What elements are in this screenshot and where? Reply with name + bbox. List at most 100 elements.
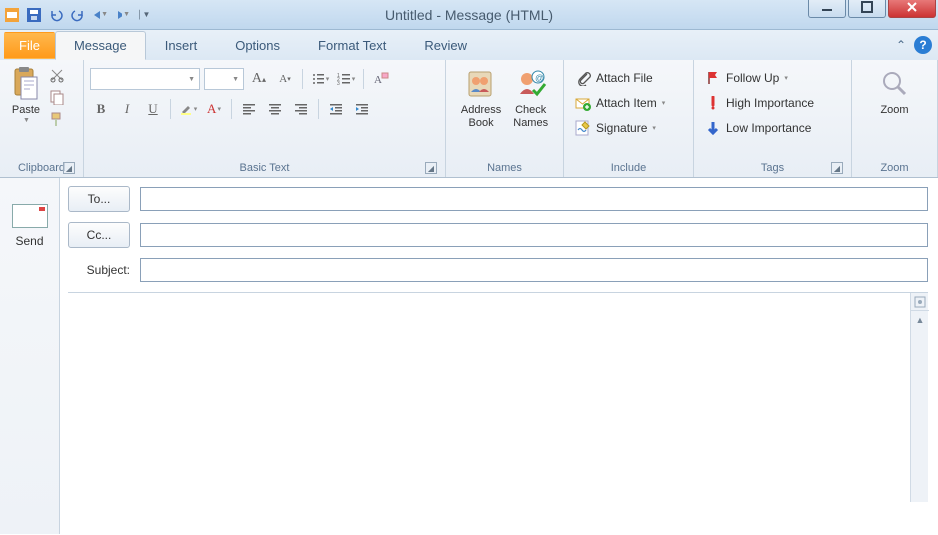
cc-button[interactable]: Cc... — [68, 222, 130, 248]
tab-insert[interactable]: Insert — [146, 31, 217, 60]
clear-formatting-button[interactable]: A — [370, 68, 392, 90]
collapse-ribbon-icon[interactable]: ⌃ — [894, 38, 908, 52]
tags-launcher[interactable]: ◢ — [831, 162, 843, 174]
high-importance-icon — [704, 94, 722, 112]
window-title: Untitled - Message (HTML) — [385, 7, 553, 23]
italic-button[interactable]: I — [116, 98, 138, 120]
help-icon[interactable]: ? — [914, 36, 932, 54]
paste-button[interactable]: Paste ▼ — [6, 64, 46, 126]
selection-pane-icon[interactable] — [911, 293, 929, 311]
zoom-button[interactable]: Zoom — [875, 64, 915, 119]
high-importance-button[interactable]: High Importance — [700, 91, 818, 115]
tab-message[interactable]: Message — [55, 31, 146, 60]
group-include: Attach File Attach Item ▾ Signature ▾ In… — [564, 60, 694, 177]
group-clipboard: Paste ▼ Clipboard◢ — [0, 60, 84, 177]
tab-options[interactable]: Options — [216, 31, 299, 60]
paperclip-icon — [574, 69, 592, 87]
save-icon[interactable] — [26, 7, 42, 23]
to-input[interactable] — [140, 187, 928, 211]
app-icon[interactable] — [4, 7, 20, 23]
shrink-font-button[interactable]: A▾ — [274, 68, 296, 90]
body-scrollbar[interactable]: ▲ — [910, 293, 928, 502]
tab-file[interactable]: File — [4, 32, 55, 59]
align-center-button[interactable] — [264, 98, 286, 120]
group-clipboard-label: Clipboard◢ — [6, 160, 77, 177]
svg-text:A: A — [374, 74, 382, 86]
address-book-button[interactable]: Address Book — [457, 64, 505, 132]
cut-icon[interactable] — [48, 66, 66, 84]
minimize-button[interactable] — [808, 0, 846, 18]
cc-input[interactable] — [140, 223, 928, 247]
bold-button[interactable]: B — [90, 98, 112, 120]
address-book-icon — [465, 68, 497, 100]
magnifier-icon — [879, 68, 911, 100]
subject-label: Subject: — [68, 263, 130, 277]
ribbon: Paste ▼ Clipboard◢ ▼ ▼ A▴ A▾ ▾ 123▾ A — [0, 60, 938, 178]
grow-font-button[interactable]: A▴ — [248, 68, 270, 90]
close-button[interactable] — [888, 0, 936, 18]
to-button[interactable]: To... — [68, 186, 130, 212]
font-color-button[interactable]: A▾ — [203, 98, 225, 120]
subject-input[interactable] — [140, 258, 928, 282]
group-basic-text-label: Basic Text◢ — [90, 160, 439, 177]
check-names-icon: @ — [515, 68, 547, 100]
flag-icon — [704, 69, 722, 87]
numbering-button[interactable]: 123▾ — [335, 68, 357, 90]
follow-up-label: Follow Up — [726, 71, 779, 85]
align-left-button[interactable] — [238, 98, 260, 120]
maximize-button[interactable] — [848, 0, 886, 18]
send-button[interactable]: Send — [8, 200, 52, 252]
group-names-label: Names — [452, 160, 557, 177]
send-panel: Send — [0, 178, 60, 534]
copy-icon[interactable] — [48, 88, 66, 106]
tab-review[interactable]: Review — [405, 31, 486, 60]
next-item-icon[interactable]: ▼ — [114, 7, 130, 23]
underline-button[interactable]: U — [142, 98, 164, 120]
follow-up-button[interactable]: Follow Up ▾ — [700, 66, 792, 90]
group-basic-text: ▼ ▼ A▴ A▾ ▾ 123▾ A B I U ▾ A▾ — [84, 60, 446, 177]
high-importance-label: High Importance — [726, 96, 814, 110]
address-book-label: Address Book — [461, 104, 501, 130]
signature-button[interactable]: Signature ▾ — [570, 116, 660, 140]
compose-area: Send To... Cc... Subject: ▲ — [0, 178, 938, 534]
signature-label: Signature — [596, 121, 647, 135]
format-painter-icon[interactable] — [48, 110, 66, 128]
clipboard-launcher[interactable]: ◢ — [63, 162, 75, 174]
group-tags: Follow Up ▾ High Importance Low Importan… — [694, 60, 852, 177]
qat-customize-icon[interactable]: │▼ — [136, 7, 152, 23]
group-tags-label: Tags◢ — [700, 160, 845, 177]
font-size-combo[interactable]: ▼ — [204, 68, 244, 90]
low-importance-button[interactable]: Low Importance — [700, 116, 815, 140]
send-label: Send — [12, 234, 48, 248]
align-right-button[interactable] — [290, 98, 312, 120]
quick-access-toolbar: ▼ ▼ │▼ — [0, 7, 152, 23]
previous-item-icon[interactable]: ▼ — [92, 7, 108, 23]
title-bar: ▼ ▼ │▼ Untitled - Message (HTML) — [0, 0, 938, 30]
group-zoom-label: Zoom — [858, 160, 931, 177]
low-importance-label: Low Importance — [726, 121, 811, 135]
paste-icon — [10, 68, 42, 100]
basic-text-launcher[interactable]: ◢ — [425, 162, 437, 174]
ribbon-tab-strip: File Message Insert Options Format Text … — [0, 30, 938, 60]
undo-icon[interactable] — [48, 7, 64, 23]
highlight-button[interactable]: ▾ — [177, 98, 199, 120]
window-controls — [808, 0, 938, 18]
attach-item-label: Attach Item — [596, 96, 657, 110]
check-names-label: Check Names — [513, 104, 548, 130]
attach-file-label: Attach File — [596, 71, 653, 85]
message-body[interactable]: ▲ — [68, 292, 928, 502]
bullets-button[interactable]: ▾ — [309, 68, 331, 90]
check-names-button[interactable]: @ Check Names — [509, 64, 552, 132]
svg-text:3: 3 — [337, 81, 340, 86]
tab-format-text[interactable]: Format Text — [299, 31, 405, 60]
increase-indent-button[interactable] — [351, 98, 373, 120]
redo-icon[interactable] — [70, 7, 86, 23]
attach-item-button[interactable]: Attach Item ▾ — [570, 91, 669, 115]
scroll-up-icon[interactable]: ▲ — [911, 311, 929, 329]
svg-text:@: @ — [535, 73, 544, 83]
decrease-indent-button[interactable] — [325, 98, 347, 120]
paste-label: Paste — [10, 104, 42, 117]
attach-file-button[interactable]: Attach File — [570, 66, 657, 90]
envelope-icon — [12, 204, 48, 228]
font-name-combo[interactable]: ▼ — [90, 68, 200, 90]
